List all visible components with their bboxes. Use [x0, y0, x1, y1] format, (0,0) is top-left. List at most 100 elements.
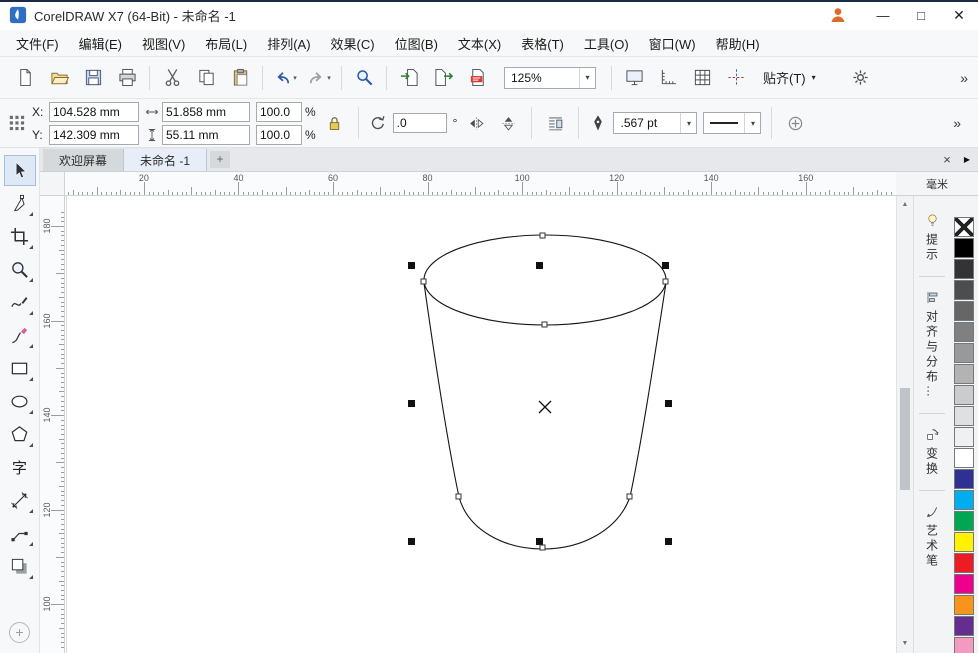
color-swatch-10-black[interactable] — [954, 427, 974, 447]
curve-node[interactable] — [540, 545, 545, 550]
lock-ratio-button[interactable] — [322, 110, 348, 136]
connector-tool[interactable] — [5, 519, 35, 548]
color-swatch-red[interactable] — [954, 553, 974, 573]
x-position-input[interactable] — [49, 102, 139, 122]
pick-tool[interactable] — [5, 156, 35, 185]
color-swatch-70-black[interactable] — [954, 301, 974, 321]
color-swatch-40-black[interactable] — [954, 364, 974, 384]
scale-horizontal-input[interactable] — [256, 102, 302, 122]
close-document-icon[interactable]: × — [943, 152, 951, 167]
object-width-input[interactable] — [162, 102, 250, 122]
new-document-button[interactable] — [8, 63, 42, 93]
selection-handle-bottom-left[interactable] — [408, 538, 415, 545]
menu-table[interactable]: 表格(T) — [511, 31, 574, 56]
menu-effects[interactable]: 效果(C) — [321, 31, 385, 56]
crop-tool[interactable] — [5, 222, 35, 251]
publish-to-pdf-button[interactable] — [460, 63, 494, 93]
color-swatch-blue[interactable] — [954, 469, 974, 489]
curve-node[interactable] — [542, 322, 547, 327]
options-button[interactable] — [844, 63, 878, 93]
y-position-input[interactable] — [49, 125, 139, 145]
shape-tool[interactable] — [5, 189, 35, 218]
menu-bitmaps[interactable]: 位图(B) — [385, 31, 448, 56]
snap-to-dropdown[interactable]: 贴齐(T)▾ — [763, 68, 816, 87]
save-document-button[interactable] — [76, 63, 110, 93]
wrap-text-button[interactable] — [542, 110, 568, 136]
drawing-canvas[interactable] — [65, 196, 896, 653]
selection-handle-top-left[interactable] — [408, 262, 415, 269]
minimize-button[interactable]: — — [864, 0, 902, 30]
vertical-ruler[interactable]: 100120140160180 — [40, 196, 65, 653]
maximize-button[interactable]: □ — [902, 0, 940, 30]
import-button[interactable] — [392, 63, 426, 93]
chevron-down-icon[interactable]: ▾ — [680, 113, 696, 133]
mirror-horizontal-button[interactable] — [463, 110, 489, 136]
color-swatch-60-black[interactable] — [954, 322, 974, 342]
zoom-tool[interactable] — [5, 255, 35, 284]
quick-customize-button[interactable] — [782, 110, 808, 136]
color-swatch-magenta[interactable] — [954, 574, 974, 594]
vertical-scrollbar[interactable]: ▲ ▼ — [896, 196, 913, 653]
scrollbar-thumb[interactable] — [900, 388, 910, 490]
docker-expand-icon[interactable]: ▶ — [964, 155, 970, 164]
parallel-dimension-tool[interactable] — [5, 486, 35, 515]
selection-handle-bottom-right[interactable] — [665, 538, 672, 545]
curve-node[interactable] — [421, 279, 426, 284]
rotation-angle-input[interactable] — [393, 113, 447, 133]
horizontal-ruler[interactable]: 20406080100120140160 — [65, 172, 896, 196]
color-swatch-black[interactable] — [954, 238, 974, 258]
menu-arrange[interactable]: 排列(A) — [257, 31, 320, 56]
color-swatch-20-black[interactable] — [954, 406, 974, 426]
color-swatch-white[interactable] — [954, 448, 974, 468]
menu-tools[interactable]: 工具(O) — [574, 31, 639, 56]
menu-file[interactable]: 文件(F) — [6, 31, 69, 56]
color-swatch-80-black[interactable] — [954, 280, 974, 300]
paste-button[interactable] — [223, 63, 257, 93]
docker-tab-transform[interactable]: 变换 — [924, 418, 941, 486]
undo-button[interactable]: ▾ — [268, 63, 302, 93]
docker-tab-align-distribute[interactable]: 对齐与分布… — [924, 281, 941, 409]
text-tool[interactable]: 字 — [5, 453, 35, 482]
chevron-down-icon[interactable]: ▾ — [579, 68, 595, 88]
color-swatch-yellow[interactable] — [954, 532, 974, 552]
object-height-input[interactable] — [162, 125, 250, 145]
close-button[interactable]: ✕ — [940, 0, 978, 30]
curve-node[interactable] — [540, 233, 545, 238]
selection-handle-top-center[interactable] — [536, 262, 543, 269]
polygon-tool[interactable] — [5, 420, 35, 449]
copy-button[interactable] — [189, 63, 223, 93]
selection-handle-top-right[interactable] — [662, 262, 669, 269]
scale-vertical-input[interactable] — [256, 125, 302, 145]
selection-handle-middle-left[interactable] — [408, 400, 415, 407]
rectangle-tool[interactable] — [5, 354, 35, 383]
show-rulers-button[interactable] — [651, 63, 685, 93]
color-swatch-purple[interactable] — [954, 616, 974, 636]
docker-tab-artistic-media[interactable]: 艺术笔 — [924, 495, 941, 578]
property-bar-overflow-button[interactable]: » — [953, 115, 961, 131]
menu-text[interactable]: 文本(X) — [448, 31, 511, 56]
cut-button[interactable] — [155, 63, 189, 93]
cup-top-ellipse[interactable] — [424, 235, 666, 325]
menu-edit[interactable]: 编辑(E) — [69, 31, 132, 56]
mirror-vertical-button[interactable] — [495, 110, 521, 136]
color-swatch-orange[interactable] — [954, 595, 974, 615]
scroll-down-button[interactable]: ▼ — [897, 637, 913, 651]
zoom-level-combo[interactable]: 125%▾ — [504, 67, 596, 89]
curve-node[interactable] — [663, 279, 668, 284]
document-tab-welcome-screen[interactable]: 欢迎屏幕 — [43, 149, 124, 171]
menu-window[interactable]: 窗口(W) — [639, 31, 706, 56]
outline-width-combo[interactable]: .567 pt ▾ — [613, 112, 697, 134]
color-swatch-30-black[interactable] — [954, 385, 974, 405]
menu-view[interactable]: 视图(V) — [132, 31, 195, 56]
document-tab-untitled-1[interactable]: 未命名 -1 — [124, 149, 207, 171]
color-swatch-pink[interactable] — [954, 637, 974, 653]
menu-help[interactable]: 帮助(H) — [706, 31, 770, 56]
docker-tab-hints[interactable]: 提示 — [924, 204, 941, 272]
color-swatch-50-black[interactable] — [954, 343, 974, 363]
search-content-button[interactable] — [347, 63, 381, 93]
selection-center-marker[interactable] — [539, 401, 551, 413]
export-button[interactable] — [426, 63, 460, 93]
show-guidelines-button[interactable] — [719, 63, 753, 93]
menu-layout[interactable]: 布局(L) — [195, 31, 257, 56]
quick-customize-toolbox-button[interactable]: + — [9, 622, 30, 643]
